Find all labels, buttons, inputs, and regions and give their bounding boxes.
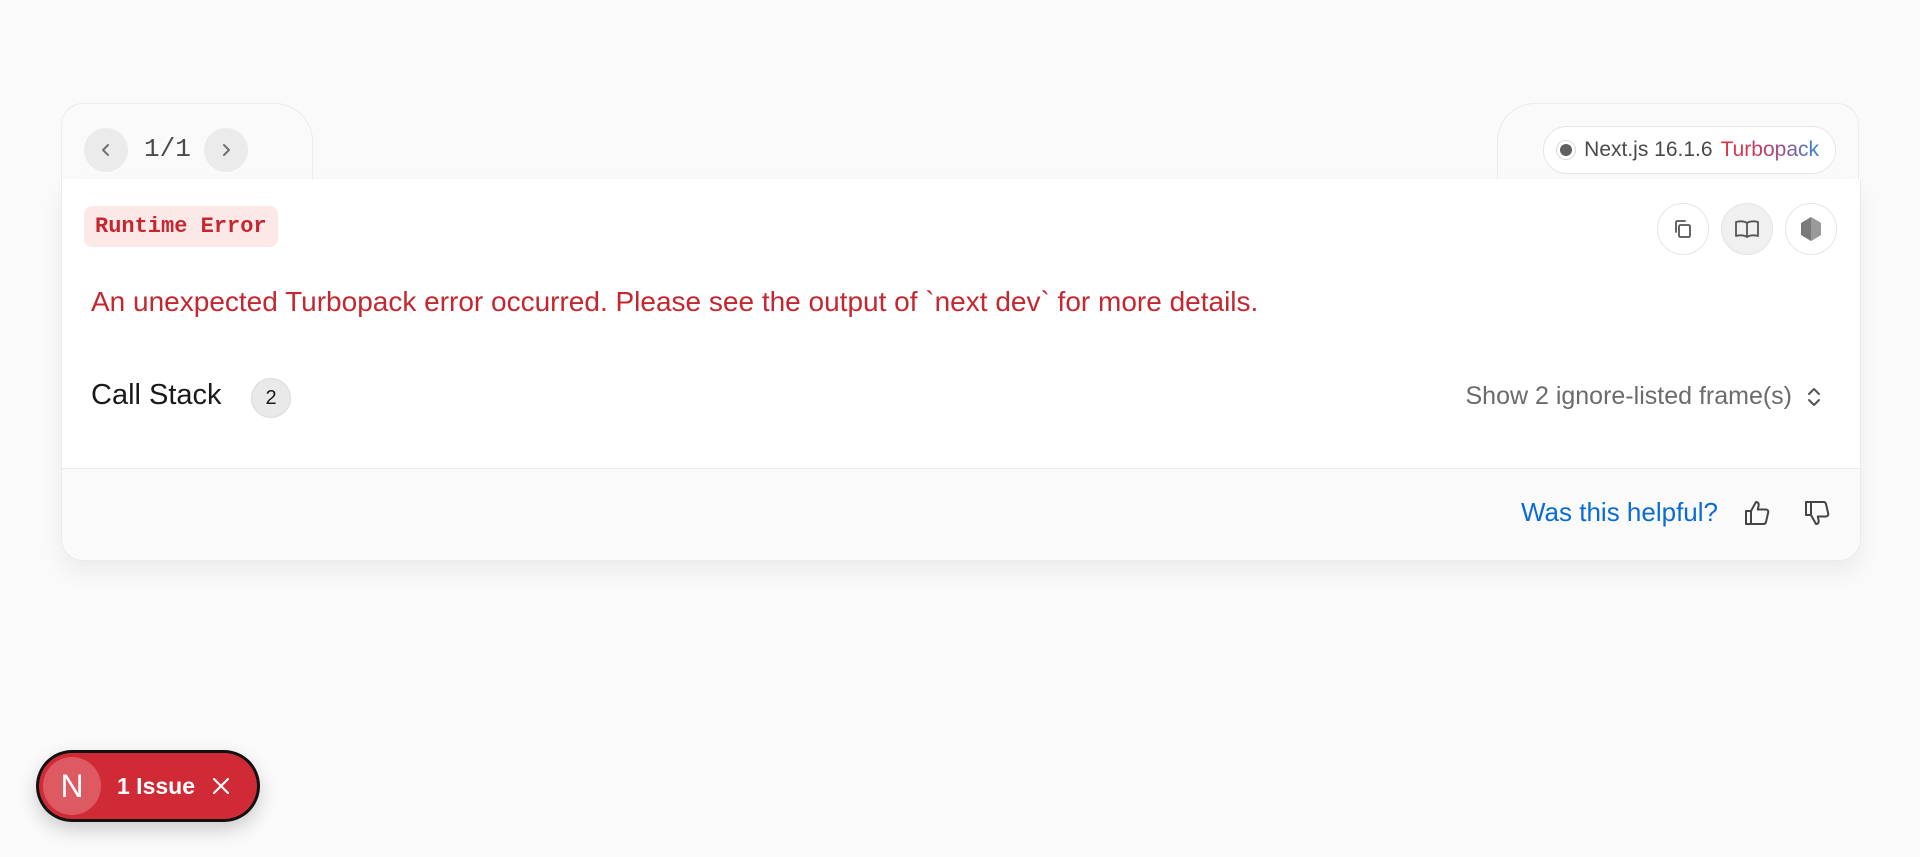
version-tab: Next.js 16.1.6 Turbopack xyxy=(1497,103,1859,182)
previous-error-button[interactable] xyxy=(84,128,128,172)
version-badge[interactable]: Next.js 16.1.6 Turbopack xyxy=(1543,126,1836,174)
nextjs-logo[interactable]: N xyxy=(43,757,101,815)
chevron-left-icon xyxy=(102,144,109,156)
call-stack-title: Call Stack xyxy=(91,379,222,411)
node-inspector-button[interactable] xyxy=(1785,203,1837,255)
ignore-listed-frames-toggle[interactable]: Show 2 ignore-listed frame(s) xyxy=(1465,382,1822,411)
close-icon xyxy=(212,777,230,795)
call-stack-count: 2 xyxy=(251,378,291,418)
framework-version: Next.js 16.1.6 xyxy=(1584,138,1713,161)
error-message: An unexpected Turbopack error occurred. … xyxy=(91,286,1259,317)
chevron-up-down-icon xyxy=(1808,387,1820,406)
feedback-footer: Was this helpful? xyxy=(62,468,1860,560)
thumbs-down-icon xyxy=(1805,501,1830,525)
docs-button[interactable] xyxy=(1721,203,1773,255)
thumbs-down-button[interactable] xyxy=(1800,496,1834,530)
thumbs-up-icon xyxy=(1745,501,1770,525)
issue-count-label[interactable]: 1 Issue xyxy=(117,773,195,800)
feedback-link[interactable]: Was this helpful? xyxy=(1521,497,1718,528)
copy-error-button[interactable] xyxy=(1657,203,1709,255)
next-error-button[interactable] xyxy=(204,128,248,172)
version-status-icon xyxy=(1556,140,1577,160)
error-type-badge: Runtime Error xyxy=(84,206,278,247)
thumbs-up-button[interactable] xyxy=(1740,496,1774,530)
copy-icon xyxy=(1675,220,1691,238)
bundler-name: Turbopack xyxy=(1720,138,1819,161)
nodejs-icon xyxy=(1801,217,1821,241)
book-icon xyxy=(1735,220,1759,238)
error-card: Runtime Error An unexpected Turbopack er… xyxy=(61,179,1861,561)
issues-indicator[interactable]: N 1 Issue xyxy=(36,750,260,822)
ignore-listed-frames-label: Show 2 ignore-listed frame(s) xyxy=(1465,382,1792,410)
chevron-right-icon xyxy=(223,144,230,156)
dismiss-issues-button[interactable] xyxy=(211,776,231,796)
issues-indicator-body: N 1 Issue xyxy=(39,753,257,819)
error-dialog: 1/1 Next.js 16.1.6 Turbopack Runtime Err… xyxy=(61,103,1861,561)
error-page-count: 1/1 xyxy=(144,134,191,164)
navigation-tab: 1/1 xyxy=(61,103,313,182)
